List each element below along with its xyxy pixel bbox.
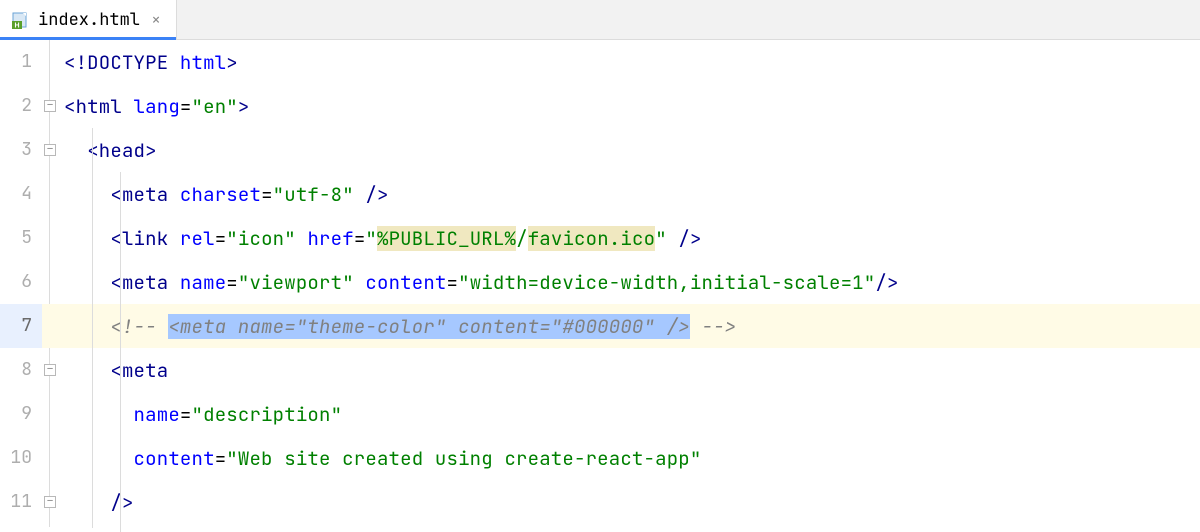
- line-number: 10: [0, 436, 42, 480]
- code-editor[interactable]: 1 2 3 4 5 6 7 8 9 10 11 − − − − <!DOCTYP…: [0, 40, 1200, 527]
- fold-toggle-icon[interactable]: −: [44, 496, 56, 508]
- tab-bar: H index.html ×: [0, 0, 1200, 40]
- svg-text:H: H: [14, 22, 19, 29]
- line-number: 5: [0, 216, 42, 260]
- line-number: 1: [0, 40, 42, 84]
- line-number: 9: [0, 392, 42, 436]
- code-line: name="description": [58, 402, 342, 427]
- close-icon[interactable]: ×: [148, 12, 164, 28]
- line-number: 7: [0, 304, 42, 348]
- line-number: 6: [0, 260, 42, 304]
- code-line: <meta: [58, 358, 168, 383]
- line-number: 2: [0, 84, 42, 128]
- code-line: <head>: [58, 138, 157, 163]
- fold-gutter: − − − −: [42, 40, 58, 527]
- line-number: 8: [0, 348, 42, 392]
- tab-index-html[interactable]: H index.html ×: [0, 0, 177, 39]
- selected-text: <meta name="theme-color" content="#00000…: [168, 314, 690, 339]
- fold-toggle-icon[interactable]: −: [44, 144, 56, 156]
- code-line: />: [58, 490, 134, 515]
- line-number: 3: [0, 128, 42, 172]
- fold-toggle-icon[interactable]: −: [44, 364, 56, 376]
- code-line: <html lang="en">: [58, 94, 249, 119]
- tab-label: index.html: [38, 9, 140, 31]
- code-line: <link rel="icon" href="%PUBLIC_URL%/favi…: [58, 226, 702, 251]
- code-line: content="Web site created using create-r…: [58, 446, 701, 471]
- line-number: 11: [0, 480, 42, 524]
- code-line: <meta name="viewport" content="width=dev…: [58, 270, 899, 295]
- code-area[interactable]: <!DOCTYPE html> <html lang="en"> <head> …: [58, 40, 1200, 527]
- code-line: <meta charset="utf-8" />: [58, 182, 389, 207]
- fold-toggle-icon[interactable]: −: [44, 100, 56, 112]
- line-number-gutter: 1 2 3 4 5 6 7 8 9 10 11: [0, 40, 42, 527]
- line-number: 4: [0, 172, 42, 216]
- code-line: <!-- <meta name="theme-color" content="#…: [58, 314, 736, 339]
- code-line: <!DOCTYPE html>: [58, 50, 238, 75]
- html-file-icon: H: [12, 11, 30, 29]
